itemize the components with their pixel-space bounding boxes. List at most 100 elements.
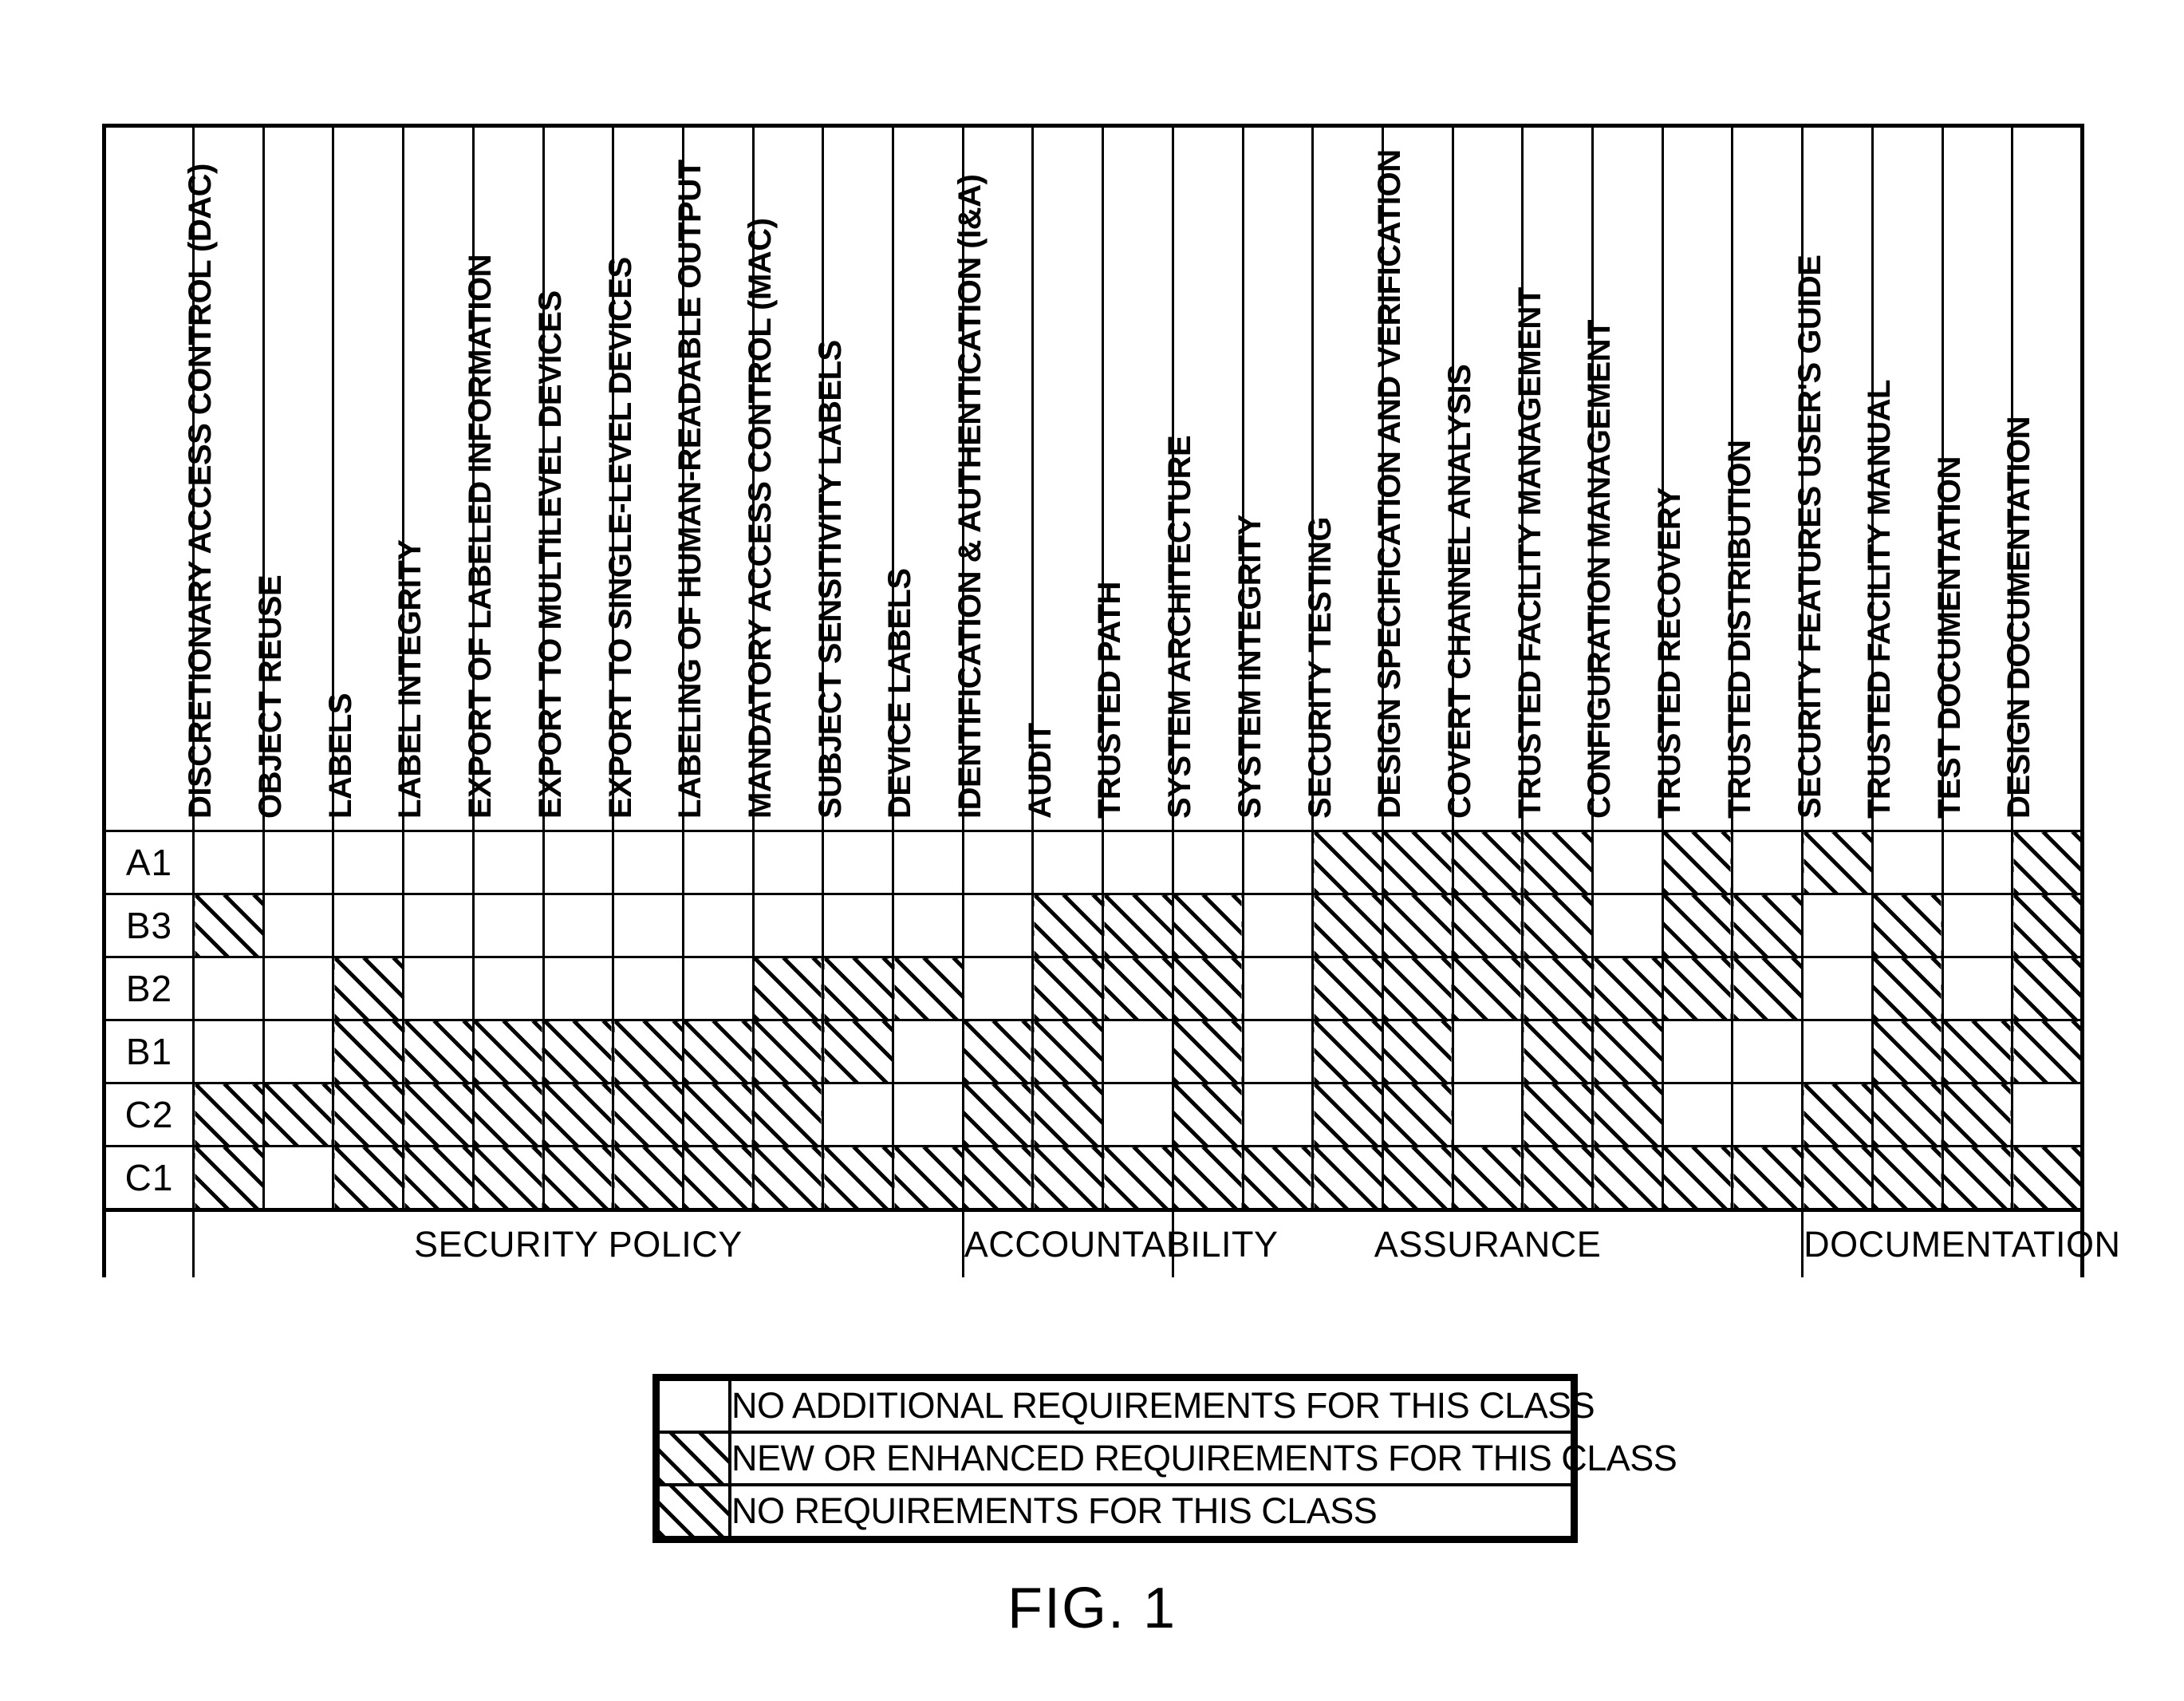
legend-row: NEW OR ENHANCED REQUIREMENTS FOR THIS CL… bbox=[656, 1431, 1677, 1486]
matrix-cell bbox=[1941, 1082, 2014, 1147]
matrix-cell bbox=[1801, 1082, 1874, 1147]
matrix-cell bbox=[892, 1082, 964, 1147]
column-header-label: LABELING OF HUMAN-READABLE OUTPUT bbox=[672, 160, 708, 819]
row-label-b3: B3 bbox=[102, 893, 195, 958]
matrix-cell bbox=[192, 1082, 265, 1147]
column-header-rotated-box: DESIGN DOCUMENTATION bbox=[2001, 128, 2080, 830]
matrix-cell bbox=[1241, 830, 1315, 895]
matrix-cell bbox=[1661, 956, 1734, 1021]
matrix-cell bbox=[892, 830, 964, 895]
matrix-cell bbox=[2011, 1019, 2084, 1084]
column-header-label: MANDATORY ACCESS CONTROL (MAC) bbox=[742, 218, 778, 819]
column-header-label: SUBJECT SENSITIVITY LABELS bbox=[812, 340, 848, 819]
matrix-cell bbox=[1591, 1145, 1664, 1212]
matrix-row-b1: B1 bbox=[102, 1019, 2084, 1084]
matrix-cell bbox=[1241, 1082, 1315, 1147]
matrix-cell bbox=[1451, 830, 1524, 895]
matrix-cell bbox=[1941, 1019, 2014, 1084]
matrix-cell bbox=[1871, 1082, 1944, 1147]
matrix-cell bbox=[1661, 893, 1734, 958]
matrix-cell bbox=[1381, 1145, 1454, 1212]
matrix-cell bbox=[2011, 1145, 2084, 1212]
matrix-cell bbox=[1731, 893, 1804, 958]
matrix-cell bbox=[1591, 1082, 1664, 1147]
matrix-cell bbox=[1941, 956, 2014, 1021]
row-label-b1: B1 bbox=[102, 1019, 195, 1084]
matrix-cell bbox=[542, 893, 615, 958]
matrix-cell bbox=[262, 1019, 335, 1084]
matrix-cell bbox=[542, 956, 615, 1021]
column-header-label: COVERT CHANNEL ANALYSIS bbox=[1442, 364, 1477, 819]
matrix-cell bbox=[542, 1019, 615, 1084]
legend-table: NO ADDITIONAL REQUIREMENTS FOR THIS CLAS… bbox=[656, 1378, 1677, 1539]
column-header-label: OBJECT REUSE bbox=[253, 574, 289, 819]
column-header-label: LABEL INTEGRITY bbox=[392, 539, 428, 819]
matrix-cell bbox=[1311, 1019, 1384, 1084]
column-header-label: SECURITY TESTING bbox=[1302, 517, 1338, 819]
matrix-cell bbox=[471, 1019, 545, 1084]
matrix-cell bbox=[1661, 1019, 1734, 1084]
matrix-row-b2: B2 bbox=[102, 956, 2084, 1021]
matrix-cell bbox=[681, 956, 755, 1021]
matrix-cell bbox=[1102, 893, 1174, 958]
matrix-cell bbox=[1731, 1145, 1804, 1212]
legend-swatch-none bbox=[656, 1378, 731, 1434]
matrix-cell bbox=[1521, 956, 1595, 1021]
legend-label: NO ADDITIONAL REQUIREMENTS FOR THIS CLAS… bbox=[728, 1378, 1595, 1434]
matrix-cell bbox=[1521, 1082, 1595, 1147]
matrix-cell bbox=[961, 1082, 1035, 1147]
matrix-cell bbox=[1591, 893, 1664, 958]
matrix-cell bbox=[402, 830, 475, 895]
figure-1-tcsec-summary-chart: DISCRETIONARY ACCESS CONTROL (DAC) OBJECT… bbox=[0, 0, 2184, 1701]
matrix-cell bbox=[822, 1082, 895, 1147]
column-header-label: TRUSTED FACILITY MANAGEMENT bbox=[1512, 287, 1547, 819]
column-header-label: CONFIGURATION MANAGEMENT bbox=[1582, 320, 1618, 819]
matrix-cell bbox=[1171, 1082, 1244, 1147]
matrix-cell bbox=[1941, 830, 2014, 895]
matrix-cell bbox=[681, 1145, 755, 1212]
matrix-cell bbox=[961, 893, 1035, 958]
matrix-cell bbox=[1451, 893, 1524, 958]
column-header-label: DESIGN SPECIFICATION AND VERIFICATION bbox=[1372, 149, 1408, 819]
matrix-cell bbox=[332, 1082, 405, 1147]
legend-row: NO ADDITIONAL REQUIREMENTS FOR THIS CLAS… bbox=[656, 1378, 1595, 1434]
matrix-cell bbox=[751, 1082, 825, 1147]
matrix-cell bbox=[1661, 830, 1734, 895]
column-header-rotated-box: OBJECT REUSE bbox=[253, 128, 333, 830]
row-label-b2: B2 bbox=[102, 956, 195, 1021]
column-header-rotated-box: DISCRETIONARY ACCESS CONTROL (DAC) bbox=[183, 128, 262, 830]
legend-label: NO REQUIREMENTS FOR THIS CLASS bbox=[728, 1483, 1574, 1539]
matrix-cell bbox=[332, 830, 405, 895]
matrix-cell bbox=[1451, 1019, 1524, 1084]
matrix-cell bbox=[1521, 1019, 1595, 1084]
matrix-cell bbox=[1731, 956, 1804, 1021]
matrix-row-b3: B3 bbox=[102, 893, 2084, 958]
matrix-cell bbox=[332, 1145, 405, 1212]
matrix-cell bbox=[1311, 1145, 1384, 1212]
matrix-cell bbox=[961, 956, 1035, 1021]
matrix-cell bbox=[1031, 830, 1105, 895]
matrix-row-c2: C2 bbox=[102, 1082, 2084, 1147]
matrix-cell bbox=[1871, 1019, 1944, 1084]
matrix-cell bbox=[1871, 1145, 1944, 1212]
matrix-cell bbox=[1521, 893, 1595, 958]
matrix-cell bbox=[542, 830, 615, 895]
column-header-rotated-box: TRUSTED DISTRIBUTION bbox=[1722, 128, 1801, 830]
matrix-cell bbox=[822, 830, 895, 895]
matrix-cell bbox=[1102, 1019, 1174, 1084]
matrix-cell bbox=[1102, 1145, 1174, 1212]
column-header-rotated-box: EXPORT TO MULTILEVEL DEVICES bbox=[533, 128, 613, 830]
column-header-label: IDENTIFICATION & AUTHENTICATION (I&A) bbox=[952, 174, 988, 819]
matrix-cell bbox=[681, 1082, 755, 1147]
legend-swatch-hatch bbox=[656, 1483, 731, 1539]
matrix-cell bbox=[1031, 956, 1105, 1021]
column-header-rotated-box: LABELING OF HUMAN-READABLE OUTPUT bbox=[672, 128, 752, 830]
matrix-cell bbox=[1102, 956, 1174, 1021]
column-header-rotated-box: EXPORT OF LABELED INFORMATION bbox=[463, 128, 542, 830]
matrix-cell bbox=[1941, 1145, 2014, 1212]
matrix-cell bbox=[262, 956, 335, 1021]
matrix-header-row: DISCRETIONARY ACCESS CONTROL (DAC) OBJECT… bbox=[102, 124, 2084, 832]
legend-label: NEW OR ENHANCED REQUIREMENTS FOR THIS CL… bbox=[728, 1431, 1677, 1486]
matrix-cell bbox=[1102, 1082, 1174, 1147]
matrix-cell bbox=[1381, 893, 1454, 958]
